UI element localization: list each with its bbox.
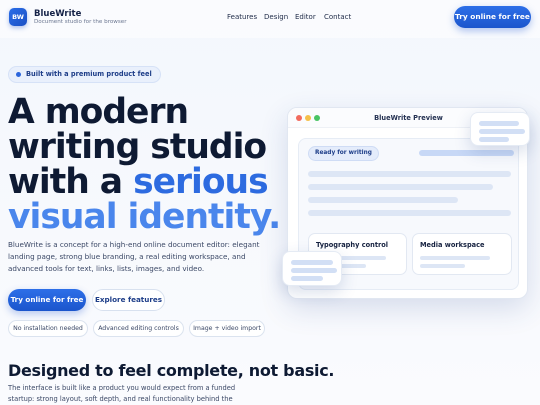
nav-link-editor[interactable]: Editor xyxy=(295,13,316,21)
nav-link-design[interactable]: Design xyxy=(264,13,288,21)
brand-logo[interactable]: BW xyxy=(9,8,27,26)
hero-heading-line-1: A modern xyxy=(8,92,189,132)
badge-dot-icon xyxy=(16,72,21,77)
explore-features-button[interactable]: Explore features xyxy=(92,289,165,311)
card-placeholder-line xyxy=(420,264,465,268)
hero-description: BlueWrite is a concept for a high-end on… xyxy=(8,240,260,273)
floating-card-bar xyxy=(479,137,509,142)
ready-status-pill: Ready for writing xyxy=(308,146,379,161)
floating-card-bar xyxy=(479,121,519,126)
floating-card-bar xyxy=(291,260,333,265)
text-placeholder-line xyxy=(308,210,511,216)
nav-link-features[interactable]: Features xyxy=(227,13,257,21)
floating-decor-card-bottom xyxy=(282,251,342,286)
hero-heading-serious: serious xyxy=(133,162,269,202)
brand-name[interactable]: BlueWrite xyxy=(34,9,81,19)
section-title: Designed to feel complete, not basic. xyxy=(8,361,335,380)
chip-image-video: Image + video import xyxy=(189,320,265,337)
nav-link-contact[interactable]: Contact xyxy=(324,13,351,21)
text-placeholder-line xyxy=(308,197,458,203)
top-header: BW BlueWrite Document studio for the bro… xyxy=(0,0,540,38)
landing-page: BW BlueWrite Document studio for the bro… xyxy=(0,0,540,405)
header-try-free-button[interactable]: Try online for free xyxy=(454,6,531,28)
premium-badge: Built with a premium product feel xyxy=(8,66,161,83)
hero-heading-line-2: writing studio xyxy=(8,127,267,167)
chip-advanced-editing: Advanced editing controls xyxy=(93,320,184,337)
text-placeholder-line xyxy=(308,171,511,177)
media-card-title: Media workspace xyxy=(420,241,485,249)
floating-card-bar xyxy=(291,276,323,281)
floating-card-bar xyxy=(291,268,337,273)
media-card: Media workspace xyxy=(412,233,512,275)
floating-card-bar xyxy=(479,129,525,134)
badge-label: Built with a premium product feel xyxy=(26,70,152,78)
typography-card-title: Typography control xyxy=(316,241,389,249)
hero-heading-with-a: with a xyxy=(8,162,134,202)
section-description: The interface is built like a product yo… xyxy=(8,384,236,403)
try-free-button[interactable]: Try online for free xyxy=(8,289,86,311)
card-placeholder-line xyxy=(420,256,490,260)
hero-heading-line-4: visual identity. xyxy=(8,197,281,237)
floating-decor-card-top xyxy=(470,112,530,146)
text-placeholder-line xyxy=(308,184,493,190)
toolbar-placeholder-bar xyxy=(419,150,514,156)
hero-heading-line-3: with a serious xyxy=(8,162,269,202)
chip-no-installation: No installation needed xyxy=(8,320,88,337)
brand-tagline: Document studio for the browser xyxy=(34,19,127,25)
